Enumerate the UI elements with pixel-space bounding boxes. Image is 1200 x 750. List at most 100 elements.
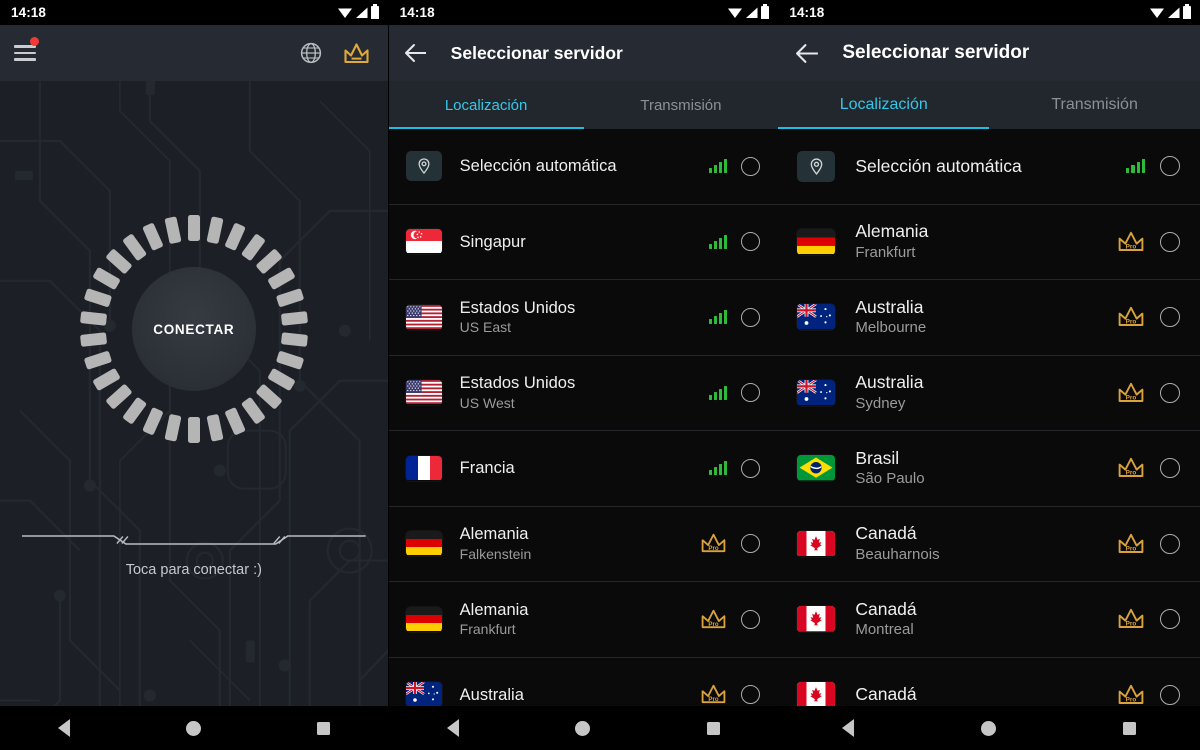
server-list-item[interactable]: Brasil São Paulo Pro	[778, 431, 1200, 507]
pro-crown-icon[interactable]: Pro	[1117, 683, 1145, 707]
pro-crown-icon[interactable]: Pro	[1117, 532, 1145, 556]
svg-text:Pro: Pro	[709, 621, 719, 628]
cell-signal-icon	[746, 7, 758, 18]
back-arrow-icon[interactable]	[794, 42, 820, 64]
server-list-item[interactable]: Francia	[388, 431, 779, 507]
server-radio-button[interactable]	[741, 307, 761, 327]
server-row-text: Alemania Frankfurt	[442, 600, 701, 639]
svg-text:Pro: Pro	[1126, 394, 1137, 401]
server-radio-button[interactable]	[1159, 533, 1180, 554]
server-radio-button[interactable]	[741, 534, 761, 554]
pro-crown-icon[interactable]: Pro	[1117, 456, 1145, 480]
home-circle-icon[interactable]	[185, 720, 201, 736]
wifi-icon	[337, 8, 352, 18]
page-title: Seleccionar servidor	[450, 42, 623, 63]
server-row-actions: Pro	[1117, 532, 1180, 556]
pro-crown-icon[interactable]: Pro	[1117, 381, 1145, 405]
server-list-item[interactable]: Alemania Falkenstein Pro	[388, 506, 779, 582]
back-triangle-icon[interactable]	[841, 719, 854, 737]
wifi-icon	[1149, 8, 1164, 18]
panel-home: 14:18 CONECTAR Toca para conectar:)	[0, 0, 388, 750]
server-list-item[interactable]: Alemania Frankfurt Pro	[388, 582, 779, 658]
server-radio-button[interactable]	[1159, 458, 1180, 479]
pro-crown-icon[interactable]: Pro	[1117, 607, 1145, 631]
server-row-text: Australia Sydney	[835, 372, 1117, 413]
server-list[interactable]: Selección automática Singapur Estados Unid…	[388, 129, 779, 750]
server-country-label: Canadá	[855, 523, 917, 544]
signal-strength-icon	[708, 461, 728, 476]
pro-crown-icon[interactable]: Pro	[700, 608, 727, 631]
recents-square-icon[interactable]	[316, 721, 330, 735]
tab-transmision[interactable]: Transmisión	[989, 81, 1200, 129]
server-radio-button[interactable]	[1159, 231, 1180, 252]
back-triangle-icon[interactable]	[446, 719, 459, 737]
pro-crown-icon[interactable]: Pro	[1117, 305, 1145, 329]
tab-label: Localización	[444, 96, 528, 114]
server-list-item[interactable]: Alemania Frankfurt Pro	[778, 204, 1200, 280]
server-country-label: Alemania	[459, 600, 529, 619]
server-row-actions	[708, 156, 761, 176]
flag-icon-br	[797, 455, 836, 481]
server-row-actions	[708, 458, 761, 478]
server-list-item[interactable]: Australia Sydney Pro	[778, 355, 1200, 431]
server-radio-button[interactable]	[1159, 684, 1180, 705]
server-list-item[interactable]: Canadá Beauharnois Pro	[778, 506, 1200, 582]
connect-button[interactable]: CONECTAR	[78, 213, 310, 445]
server-city-label: US West	[459, 394, 515, 411]
server-list-item[interactable]: Canadá Montreal Pro	[778, 582, 1200, 658]
server-country-label: Estados Unidos	[459, 374, 576, 393]
connect-inner-disc[interactable]: CONECTAR	[131, 267, 256, 391]
status-bar-clock: 14:18	[789, 5, 825, 20]
server-radio-button[interactable]	[1159, 382, 1180, 403]
flag-icon-fr	[405, 455, 442, 481]
pro-crown-icon[interactable]: Pro	[700, 683, 727, 706]
server-city-label: Sydney	[855, 394, 906, 412]
toolbar-actions	[299, 41, 370, 66]
server-list-item[interactable]: Singapur	[388, 204, 779, 280]
home-circle-icon[interactable]	[981, 720, 997, 736]
server-radio-button[interactable]	[1159, 156, 1180, 177]
server-radio-button[interactable]	[741, 458, 761, 478]
server-radio-button[interactable]	[1159, 307, 1180, 328]
server-city-label: Falkenstein	[459, 545, 532, 562]
status-bar-clock: 14:18	[11, 5, 47, 20]
server-country-label: Selección automática	[855, 155, 1022, 176]
server-list[interactable]: Selección automática Alemania Frankfurt Pro…	[778, 129, 1200, 750]
recents-square-icon[interactable]	[707, 721, 721, 735]
server-radio-button[interactable]	[741, 156, 761, 176]
server-radio-button[interactable]	[741, 232, 761, 252]
server-row-actions: Pro	[1117, 607, 1180, 631]
server-radio-button[interactable]	[741, 685, 761, 705]
server-list-item[interactable]: Australia Melbourne Pro	[778, 280, 1200, 356]
recents-square-icon[interactable]	[1123, 721, 1137, 735]
flag-icon-ca	[797, 681, 836, 708]
server-radio-button[interactable]	[741, 609, 761, 629]
back-arrow-icon[interactable]	[403, 42, 429, 64]
tab-transmision[interactable]: Transmisión	[584, 81, 779, 129]
battery-icon	[370, 4, 379, 19]
flag-icon-ca	[797, 530, 836, 557]
status-bar-clock: 14:18	[399, 5, 435, 20]
server-row-actions: Pro	[1117, 305, 1180, 329]
flag-icon-us	[405, 304, 442, 330]
tab-localizacion[interactable]: Localización	[778, 81, 989, 129]
server-row-text: Australia	[442, 685, 701, 705]
globe-icon[interactable]	[299, 41, 323, 65]
crown-icon[interactable]	[343, 41, 370, 66]
server-country-label: Australia	[459, 685, 524, 704]
pro-crown-icon[interactable]: Pro	[1117, 230, 1145, 254]
back-triangle-icon[interactable]	[57, 719, 70, 737]
server-list-item[interactable]: Estados Unidos US West	[388, 355, 779, 431]
hamburger-menu-icon[interactable]	[14, 37, 40, 63]
home-circle-icon[interactable]	[575, 720, 591, 736]
signal-strength-icon	[708, 310, 728, 325]
server-radio-button[interactable]	[741, 383, 761, 403]
server-list-item[interactable]: Selección automática	[388, 129, 779, 205]
pro-crown-icon[interactable]: Pro	[700, 532, 727, 555]
server-list-item[interactable]: Selección automática	[778, 129, 1200, 205]
svg-text:Pro: Pro	[709, 696, 719, 703]
server-city-label: Frankfurt	[855, 243, 916, 261]
server-list-item[interactable]: Estados Unidos US East	[388, 280, 779, 356]
tab-localizacion[interactable]: Localización	[389, 81, 584, 129]
server-radio-button[interactable]	[1159, 609, 1180, 630]
